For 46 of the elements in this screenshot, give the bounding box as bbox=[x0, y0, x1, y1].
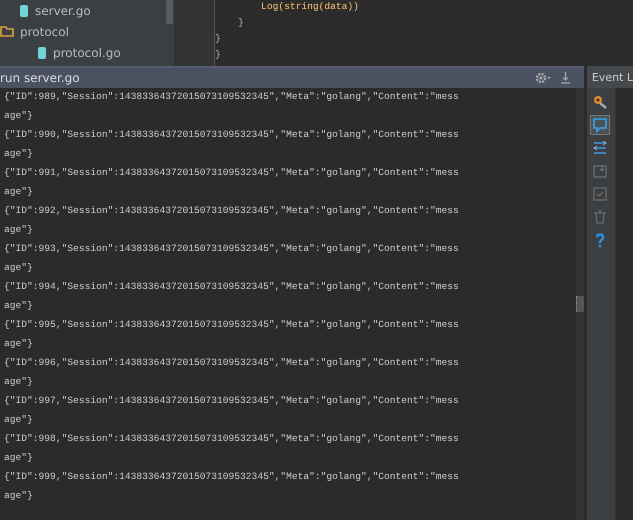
speech-bubble-icon bbox=[592, 117, 608, 133]
code-line: } bbox=[237, 16, 245, 30]
settings-icon[interactable] bbox=[534, 72, 551, 84]
console-line: {"ID":991,"Session":14383364372015073109532345","Meta":"golang","Content":"mess bbox=[4, 167, 460, 180]
console-line: age"} bbox=[4, 414, 34, 427]
console-line: {"ID":997,"Session":14383364372015073109532345","Meta":"golang","Content":"mess bbox=[4, 395, 460, 408]
arrows-list-icon bbox=[592, 140, 608, 156]
console-line: age"} bbox=[4, 490, 34, 503]
scrollbar[interactable] bbox=[164, 0, 174, 66]
tree-item[interactable]: protocol bbox=[20, 24, 69, 38]
console-line: {"ID":994,"Session":14383364372015073109532345","Meta":"golang","Content":"mess bbox=[4, 281, 460, 294]
code-line: Log(string(data)) bbox=[260, 0, 360, 14]
scrollbar[interactable] bbox=[576, 88, 584, 520]
console-line: age"} bbox=[4, 338, 34, 351]
code-line: } bbox=[215, 48, 222, 62]
scrollbar-thumb[interactable] bbox=[166, 0, 172, 24]
tree-item[interactable]: server.go bbox=[35, 4, 91, 18]
console-line: age"} bbox=[4, 224, 34, 237]
trash-icon bbox=[592, 209, 608, 225]
tree-item[interactable]: protocol.go bbox=[53, 46, 121, 60]
console-line: {"ID":990,"Session":14383364372015073109532345","Meta":"golang","Content":"mess bbox=[4, 129, 460, 142]
console-line: {"ID":993,"Session":14383364372015073109532345","Meta":"golang","Content":"mess bbox=[4, 243, 460, 256]
console-line: {"ID":989,"Session":14383364372015073109532345","Meta":"golang","Content":"mess bbox=[4, 91, 460, 104]
console-line: age"} bbox=[4, 376, 34, 389]
export-icon bbox=[592, 163, 608, 179]
go-file-icon bbox=[19, 4, 29, 18]
scrollbar-thumb[interactable] bbox=[576, 296, 584, 312]
help-icon bbox=[594, 232, 605, 248]
console-line: age"} bbox=[4, 148, 34, 161]
console-line: age"} bbox=[4, 262, 34, 275]
go-file-icon bbox=[37, 46, 47, 60]
console-line: age"} bbox=[4, 186, 34, 199]
toolbar-button[interactable] bbox=[590, 115, 610, 135]
console-line: age"} bbox=[4, 300, 34, 313]
console-line: {"ID":996,"Session":14383364372015073109532345","Meta":"golang","Content":"mess bbox=[4, 357, 460, 370]
console-line: {"ID":995,"Session":14383364372015073109532345","Meta":"golang","Content":"mess bbox=[4, 319, 460, 332]
console-line: age"} bbox=[4, 452, 34, 465]
console-line: {"ID":998,"Session":14383364372015073109532345","Meta":"golang","Content":"mess bbox=[4, 433, 460, 446]
console-line: {"ID":992,"Session":14383364372015073109532345","Meta":"golang","Content":"mess bbox=[4, 205, 460, 218]
console-line: {"ID":999,"Session":14383364372015073109532345","Meta":"golang","Content":"mess bbox=[4, 471, 460, 484]
code-line: } bbox=[215, 32, 222, 46]
panel-title: run server.go bbox=[0, 71, 80, 85]
console-line: age"} bbox=[4, 110, 34, 123]
checkbox-icon bbox=[592, 186, 608, 202]
scroll-to-end-icon[interactable] bbox=[560, 72, 570, 84]
folder-icon bbox=[0, 26, 14, 37]
